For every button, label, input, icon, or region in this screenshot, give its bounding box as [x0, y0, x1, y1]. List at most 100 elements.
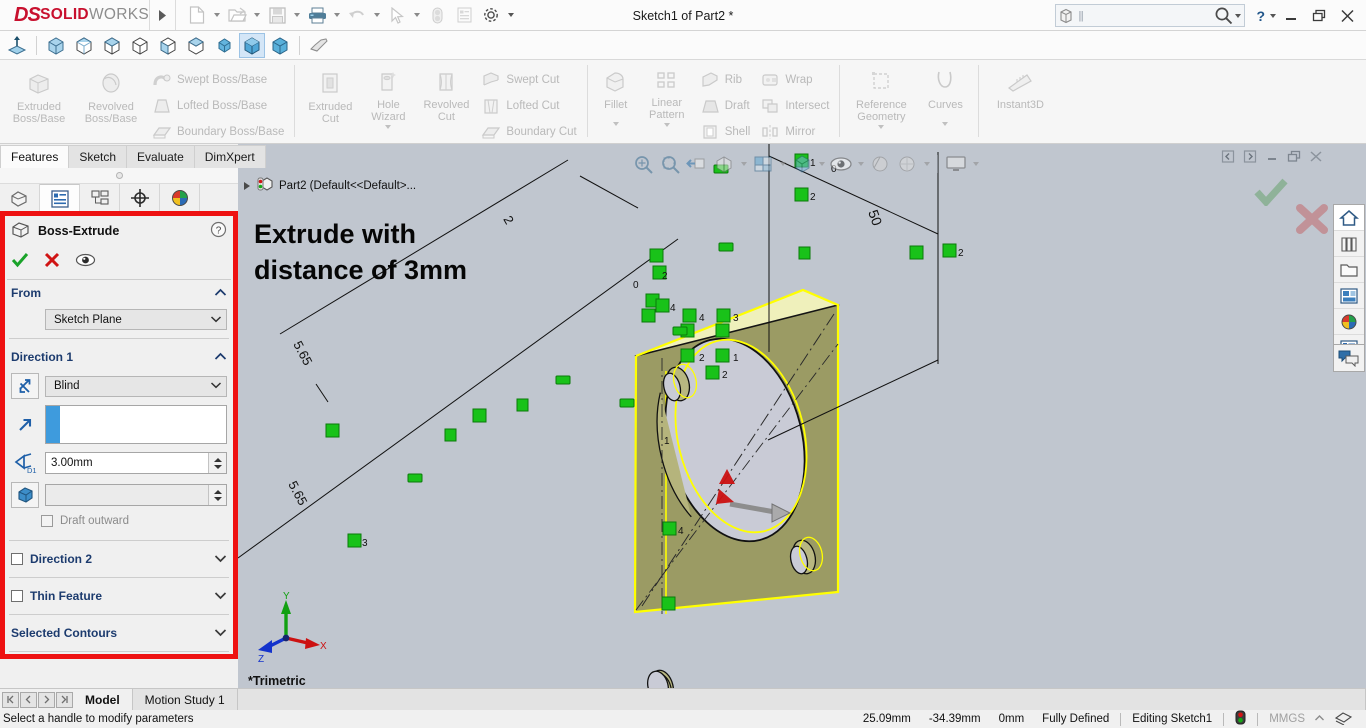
section-from-header[interactable]: From — [5, 280, 233, 306]
instant3d-button[interactable]: Instant3D — [984, 62, 1056, 138]
depth-input[interactable]: 3.00mm — [45, 452, 227, 474]
thin-feature-checkbox[interactable] — [11, 590, 23, 602]
search-input[interactable]: || — [1055, 4, 1246, 27]
file-explorer-button[interactable] — [1334, 257, 1364, 283]
section-direction2-header[interactable]: Direction 2 — [5, 546, 233, 572]
view-orientation-button[interactable] — [750, 151, 776, 177]
hidden-lines-visible-button[interactable] — [71, 33, 97, 58]
rib-button[interactable]: Rib — [695, 68, 756, 92]
chevron-down-icon[interactable] — [214, 552, 227, 566]
section-thin-feature-header[interactable]: Thin Feature — [5, 583, 233, 609]
normal-to-button[interactable] — [4, 33, 30, 58]
rebuild-status-icon[interactable] — [1226, 710, 1255, 728]
cancel-button[interactable] — [44, 252, 60, 271]
boundary-cut-button[interactable]: Boundary Cut — [476, 120, 581, 144]
new-document-button[interactable] — [184, 2, 210, 28]
options-button[interactable] — [478, 2, 504, 28]
hole-wizard-button[interactable]: Hole Wizard — [360, 62, 416, 138]
linear-pattern-button[interactable]: Linear Pattern — [639, 62, 695, 138]
display-style-caret[interactable] — [816, 151, 827, 177]
view-settings-button[interactable] — [943, 151, 969, 177]
extruded-boss-base-button[interactable]: Extruded Boss/Base — [3, 62, 75, 138]
file-properties-button[interactable] — [451, 2, 477, 28]
fillet-button[interactable]: Fillet — [593, 62, 639, 138]
end-condition-select[interactable]: Blind — [45, 375, 227, 397]
draft-angle-icon[interactable] — [11, 482, 39, 508]
lofted-cut-button[interactable]: Lofted Cut — [476, 94, 581, 118]
hole-wizard-dropdown[interactable] — [385, 125, 392, 129]
select-button[interactable] — [384, 2, 410, 28]
chevron-up-icon[interactable] — [214, 286, 227, 300]
open-document-caret[interactable] — [251, 2, 263, 28]
graphics-viewport[interactable]: 50 2 5.65 5.65 1 2 2 4 2 4 3 2 1 2 4 3 1… — [238, 144, 1332, 688]
menu-expand-button[interactable] — [150, 0, 176, 30]
draft-outward-checkbox[interactable] — [41, 515, 53, 527]
tab-model[interactable]: Model — [73, 689, 133, 710]
swept-boss-base-button[interactable]: Swept Boss/Base — [147, 68, 289, 92]
vp-next-button[interactable] — [1240, 146, 1260, 166]
lofted-boss-base-button[interactable]: Lofted Boss/Base — [147, 94, 289, 118]
vp-minimize-button[interactable] — [1262, 146, 1282, 166]
rebuild-button[interactable] — [424, 2, 450, 28]
chevron-down-icon[interactable] — [210, 314, 222, 326]
shaded-edges-button[interactable] — [155, 33, 181, 58]
display-style-button[interactable] — [789, 151, 815, 177]
apply-scene-button[interactable] — [894, 151, 920, 177]
hide-show-items-button[interactable] — [828, 151, 854, 177]
display-manager-tab[interactable] — [160, 184, 200, 212]
ok-button[interactable] — [11, 252, 29, 271]
help-question-icon[interactable]: ? — [210, 221, 227, 241]
vp-close-button[interactable] — [1306, 146, 1326, 166]
select-caret[interactable] — [411, 2, 423, 28]
chevron-down-icon[interactable] — [214, 589, 227, 603]
overlay-layers-icon[interactable] — [1325, 710, 1362, 728]
draft-angle-input[interactable] — [45, 484, 227, 506]
preview-button[interactable] — [75, 253, 96, 270]
undo-caret[interactable] — [371, 2, 383, 28]
revolved-cut-button[interactable]: Revolved Cut — [416, 62, 476, 138]
save-caret[interactable] — [291, 2, 303, 28]
draft-outward-row[interactable]: Draft outward — [5, 511, 233, 531]
section-selected-contours-header[interactable]: Selected Contours — [5, 620, 233, 646]
wrap-button[interactable]: Wrap — [755, 68, 834, 92]
mirror-button[interactable]: Mirror — [755, 120, 834, 144]
draft-spinner[interactable] — [208, 485, 226, 505]
draft-quality-button[interactable] — [211, 33, 237, 58]
curves-button[interactable]: Curves — [917, 62, 973, 138]
wireframe-cube-button[interactable] — [43, 33, 69, 58]
tab-motion-study-1[interactable]: Motion Study 1 — [132, 689, 238, 710]
section-direction1-header[interactable]: Direction 1 — [5, 344, 233, 370]
next-tab-button[interactable] — [38, 691, 55, 708]
section-view-caret[interactable] — [738, 151, 749, 177]
last-tab-button[interactable] — [56, 691, 73, 708]
print-caret[interactable] — [331, 2, 343, 28]
edit-appearance-button[interactable] — [867, 151, 893, 177]
shaded-button[interactable] — [127, 33, 153, 58]
boundary-boss-base-button[interactable]: Boundary Boss/Base — [147, 120, 289, 144]
fillet-dropdown[interactable] — [612, 122, 619, 126]
spinner-up-icon[interactable] — [213, 457, 222, 462]
chevron-up-icon[interactable] — [214, 350, 227, 364]
save-button[interactable] — [264, 2, 290, 28]
chevron-down-icon[interactable] — [210, 380, 222, 392]
section-view-cube-button[interactable] — [267, 33, 293, 58]
tab-sketch[interactable]: Sketch — [68, 145, 128, 168]
reference-geometry-button[interactable]: Reference Geometry — [845, 62, 917, 138]
options-caret[interactable] — [505, 2, 517, 28]
vp-prev-button[interactable] — [1218, 146, 1238, 166]
panel-splitter[interactable] — [0, 168, 238, 184]
revolved-boss-base-button[interactable]: Revolved Boss/Base — [75, 62, 147, 138]
help-button[interactable]: ? — [1253, 8, 1268, 24]
swept-cut-button[interactable]: Swept Cut — [476, 68, 581, 92]
configuration-manager-tab[interactable] — [80, 184, 120, 212]
restore-button[interactable] — [1306, 3, 1332, 29]
tab-evaluate[interactable]: Evaluate — [126, 145, 195, 168]
reverse-direction-icon[interactable] — [11, 373, 39, 399]
tab-features[interactable]: Features — [0, 145, 70, 168]
confirm-corner-cancel[interactable] — [1296, 204, 1328, 237]
curves-dropdown[interactable] — [942, 122, 949, 126]
spinner-up-icon[interactable] — [213, 489, 222, 494]
extruded-cut-button[interactable]: Extruded Cut — [300, 62, 360, 138]
shell-button[interactable]: Shell — [695, 120, 756, 144]
design-library-button[interactable] — [1334, 231, 1364, 257]
